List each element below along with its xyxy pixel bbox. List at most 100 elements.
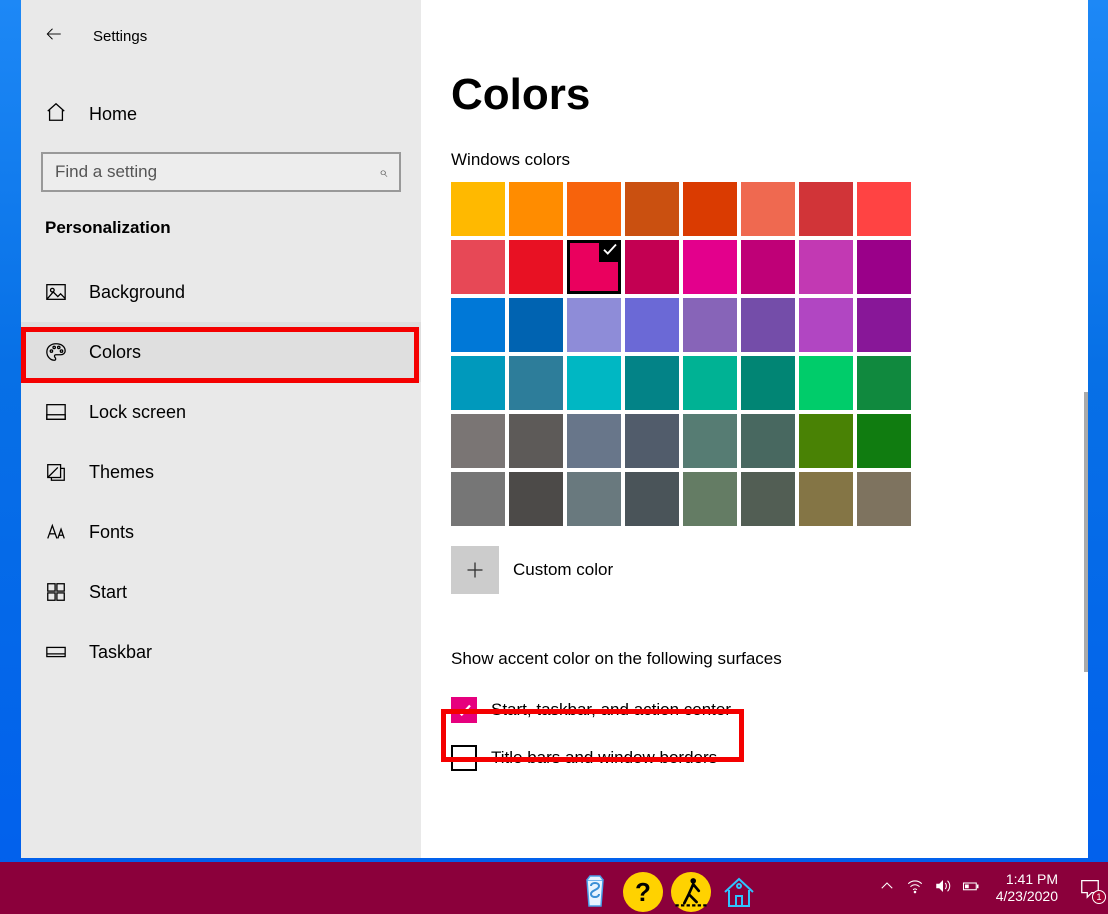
- checkbox-titlebars[interactable]: Title bars and window borders: [451, 743, 1088, 773]
- color-swatch[interactable]: [567, 414, 621, 468]
- color-swatch[interactable]: [509, 472, 563, 526]
- color-swatch[interactable]: [741, 182, 795, 236]
- volume-icon[interactable]: [934, 877, 952, 900]
- color-swatch[interactable]: [799, 298, 853, 352]
- taskbar[interactable]: ? 1:41 PM 4/23/2020 1: [0, 862, 1108, 914]
- sidebar-item-colors[interactable]: Colors: [21, 322, 421, 382]
- sidebar-item-start[interactable]: Start: [21, 562, 421, 622]
- color-swatch[interactable]: [625, 414, 679, 468]
- picture-icon: [45, 281, 67, 303]
- chevron-up-icon[interactable]: [878, 877, 896, 900]
- taskbar-icon: [45, 641, 67, 663]
- color-swatch[interactable]: [451, 414, 505, 468]
- custom-color-row[interactable]: Custom color: [451, 546, 1088, 594]
- window-title: Settings: [93, 28, 147, 45]
- color-swatch[interactable]: [799, 356, 853, 410]
- color-swatch[interactable]: [567, 356, 621, 410]
- battery-icon[interactable]: [962, 877, 980, 900]
- color-swatch[interactable]: [451, 472, 505, 526]
- sidebar: Settings Home ⌕ Personalization Backgrou…: [21, 0, 421, 858]
- color-swatch[interactable]: [741, 356, 795, 410]
- nav-label: Background: [89, 282, 185, 303]
- color-swatch[interactable]: [451, 356, 505, 410]
- checkbox-icon[interactable]: [451, 745, 477, 771]
- color-swatch[interactable]: [451, 182, 505, 236]
- check-icon: [601, 240, 619, 263]
- color-swatch[interactable]: [567, 472, 621, 526]
- custom-color-label: Custom color: [513, 560, 613, 580]
- color-swatch[interactable]: [451, 298, 505, 352]
- color-swatch[interactable]: [741, 298, 795, 352]
- checkbox-icon[interactable]: [451, 697, 477, 723]
- home-label: Home: [89, 104, 137, 125]
- plus-icon[interactable]: [451, 546, 499, 594]
- recycle-bin-icon[interactable]: [575, 872, 615, 912]
- action-center-icon[interactable]: 1: [1076, 874, 1104, 902]
- color-swatch[interactable]: [625, 472, 679, 526]
- color-swatch[interactable]: [683, 182, 737, 236]
- taskbar-time: 1:41 PM: [996, 871, 1058, 889]
- color-swatch[interactable]: [857, 472, 911, 526]
- sidebar-item-taskbar[interactable]: Taskbar: [21, 622, 421, 682]
- color-swatch[interactable]: [567, 240, 621, 294]
- color-swatch[interactable]: [625, 298, 679, 352]
- color-swatch[interactable]: [509, 182, 563, 236]
- category-label: Personalization: [21, 192, 421, 262]
- color-swatch[interactable]: [451, 240, 505, 294]
- color-swatch[interactable]: [741, 472, 795, 526]
- color-swatch[interactable]: [683, 356, 737, 410]
- color-swatch[interactable]: [683, 240, 737, 294]
- wifi-icon[interactable]: [906, 877, 924, 900]
- color-swatch[interactable]: [799, 472, 853, 526]
- color-swatch[interactable]: [625, 240, 679, 294]
- color-swatch[interactable]: [683, 298, 737, 352]
- color-grid: [451, 182, 911, 526]
- back-icon[interactable]: [45, 25, 63, 48]
- color-swatch[interactable]: [857, 182, 911, 236]
- color-swatch[interactable]: [799, 182, 853, 236]
- color-swatch[interactable]: [625, 356, 679, 410]
- color-swatch[interactable]: [683, 472, 737, 526]
- color-swatch[interactable]: [799, 240, 853, 294]
- content-pane: Colors Windows colors Custom color Show …: [421, 0, 1088, 858]
- search-box[interactable]: ⌕: [41, 152, 401, 192]
- taskbar-clock[interactable]: 1:41 PM 4/23/2020: [996, 871, 1058, 906]
- nav-label: Themes: [89, 462, 154, 483]
- color-swatch[interactable]: [799, 414, 853, 468]
- nav-label: Lock screen: [89, 402, 186, 423]
- color-swatch[interactable]: [567, 298, 621, 352]
- crossing-icon[interactable]: [671, 872, 711, 912]
- color-swatch[interactable]: [509, 298, 563, 352]
- page-heading: Colors: [451, 70, 1088, 120]
- sidebar-home[interactable]: Home: [21, 84, 421, 144]
- color-swatch[interactable]: [567, 182, 621, 236]
- color-swatch[interactable]: [741, 414, 795, 468]
- settings-window: Settings Home ⌕ Personalization Backgrou…: [21, 0, 1088, 858]
- start-icon: [45, 581, 67, 603]
- color-swatch[interactable]: [741, 240, 795, 294]
- color-swatch[interactable]: [509, 414, 563, 468]
- color-swatch[interactable]: [683, 414, 737, 468]
- color-swatch[interactable]: [857, 356, 911, 410]
- scrollbar[interactable]: [1084, 392, 1088, 672]
- color-swatch[interactable]: [857, 298, 911, 352]
- sidebar-item-fonts[interactable]: Fonts: [21, 502, 421, 562]
- color-swatch[interactable]: [625, 182, 679, 236]
- color-swatch[interactable]: [509, 356, 563, 410]
- help-icon[interactable]: ?: [623, 872, 663, 912]
- search-input[interactable]: [55, 162, 337, 182]
- home-app-icon[interactable]: [719, 872, 759, 912]
- sidebar-item-themes[interactable]: Themes: [21, 442, 421, 502]
- color-swatch[interactable]: [857, 414, 911, 468]
- sidebar-item-background[interactable]: Background: [21, 262, 421, 322]
- nav-label: Colors: [89, 342, 141, 363]
- checkbox-start-taskbar[interactable]: Start, taskbar, and action center: [451, 695, 1088, 725]
- color-swatch[interactable]: [509, 240, 563, 294]
- checkbox-label: Title bars and window borders: [491, 748, 717, 768]
- color-swatch[interactable]: [857, 240, 911, 294]
- taskbar-date: 4/23/2020: [996, 888, 1058, 906]
- search-icon: ⌕: [379, 164, 387, 181]
- palette-icon: [45, 341, 67, 363]
- sidebar-item-lockscreen[interactable]: Lock screen: [21, 382, 421, 442]
- notification-badge: 1: [1092, 890, 1106, 904]
